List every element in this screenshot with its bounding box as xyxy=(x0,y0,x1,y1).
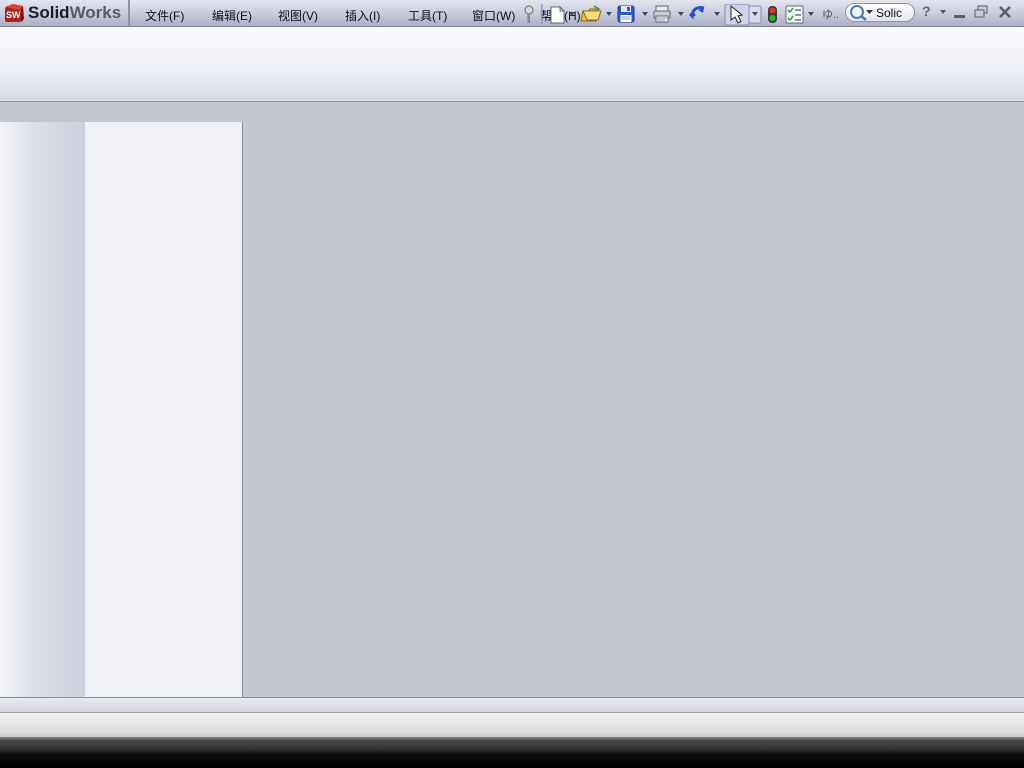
svg-text:ゆ..: ゆ.. xyxy=(822,8,839,21)
svg-text:SW: SW xyxy=(6,10,21,20)
